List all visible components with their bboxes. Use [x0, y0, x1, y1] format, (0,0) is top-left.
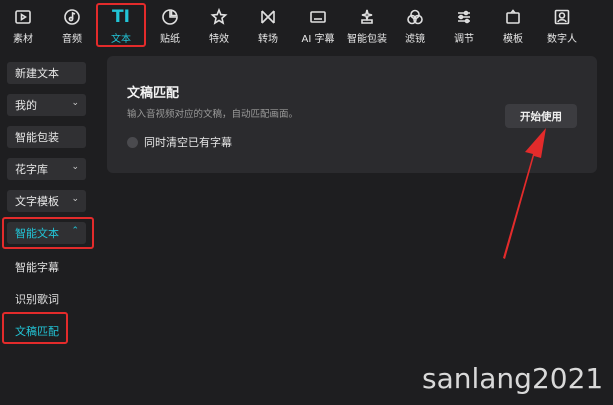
tool-label: 数字人: [547, 34, 577, 45]
panel-description: 输入音视频对应的文稿，自动匹配画面。: [127, 109, 299, 120]
adjust-sliders-icon: [453, 6, 475, 28]
start-button[interactable]: 开始使用: [505, 104, 577, 128]
text-template-dropdown[interactable]: 文字模板 ⌄: [7, 190, 86, 212]
sparkle-star-icon: [208, 6, 230, 28]
subtitle-icon: [307, 6, 329, 28]
top-toolbar: 素材 音频 TI 文本 贴纸 特效 转场 AI 字幕 智能包装 滤镜 调节 模板…: [0, 0, 613, 48]
tool-label: 智能包装: [347, 34, 387, 45]
sub-item-recognize-lyrics[interactable]: 识别歌词: [15, 291, 59, 307]
media-icon: [12, 6, 34, 28]
tool-filter[interactable]: 滤镜: [400, 0, 430, 48]
smart-pack-label: 智能包装: [15, 131, 59, 144]
smart-text-highlight-box: [2, 217, 94, 249]
chevron-down-icon: ⌄: [71, 98, 79, 108]
tool-sticker[interactable]: 贴纸: [155, 0, 185, 48]
checkbox-circle-icon: [127, 136, 138, 148]
music-note-icon: [61, 6, 83, 28]
tool-digital-human[interactable]: 数字人: [544, 0, 580, 48]
tool-transition[interactable]: 转场: [253, 0, 283, 48]
tool-label: 滤镜: [405, 34, 425, 45]
new-text-label: 新建文本: [15, 67, 59, 80]
tool-template[interactable]: 模板: [498, 0, 528, 48]
text-tab-highlight-box: [96, 3, 146, 47]
tool-label: 调节: [454, 34, 474, 45]
chevron-down-icon: ⌄: [71, 162, 79, 172]
watermark-text: sanlang2021: [422, 362, 604, 395]
tool-label: 转场: [258, 34, 278, 45]
tool-adjust[interactable]: 调节: [449, 0, 479, 48]
sub-item-smart-subtitle[interactable]: 智能字幕: [15, 259, 59, 275]
script-match-panel: 文稿匹配 输入音视频对应的文稿，自动匹配画面。 同时清空已有字幕 开始使用: [107, 56, 597, 173]
panel-title: 文稿匹配: [127, 86, 180, 101]
tool-effects[interactable]: 特效: [204, 0, 234, 48]
flower-text-dropdown[interactable]: 花字库 ⌄: [7, 158, 86, 180]
magic-sparkle-icon: [356, 6, 378, 28]
checkbox-label: 同时清空已有字幕: [144, 136, 232, 149]
sticker-icon: [159, 6, 181, 28]
tool-label: AI 字幕: [301, 34, 335, 45]
text-template-label: 文字模板: [15, 195, 59, 208]
tool-label: 素材: [13, 34, 33, 45]
tool-label: 贴纸: [160, 34, 180, 45]
smart-pack-button[interactable]: 智能包装: [7, 126, 86, 148]
chevron-down-icon: ⌄: [71, 194, 79, 204]
tool-label: 模板: [503, 34, 523, 45]
new-text-button[interactable]: 新建文本: [7, 62, 86, 84]
filter-circles-icon: [404, 6, 426, 28]
mine-dropdown[interactable]: 我的 ⌄: [7, 94, 86, 116]
script-match-highlight-box: [2, 312, 68, 344]
transition-bowtie-icon: [257, 6, 279, 28]
tool-media[interactable]: 素材: [8, 0, 38, 48]
tool-audio[interactable]: 音频: [57, 0, 87, 48]
tool-label: 音频: [62, 34, 82, 45]
tool-ai-subtitle[interactable]: AI 字幕: [298, 0, 338, 48]
clear-subtitles-checkbox[interactable]: 同时清空已有字幕: [127, 134, 232, 150]
mine-label: 我的: [15, 99, 37, 112]
tool-smart-pack[interactable]: 智能包装: [343, 0, 391, 48]
flower-text-label: 花字库: [15, 163, 48, 176]
tool-label: 特效: [209, 34, 229, 45]
template-icon: [502, 6, 524, 28]
digital-human-icon: [551, 6, 573, 28]
